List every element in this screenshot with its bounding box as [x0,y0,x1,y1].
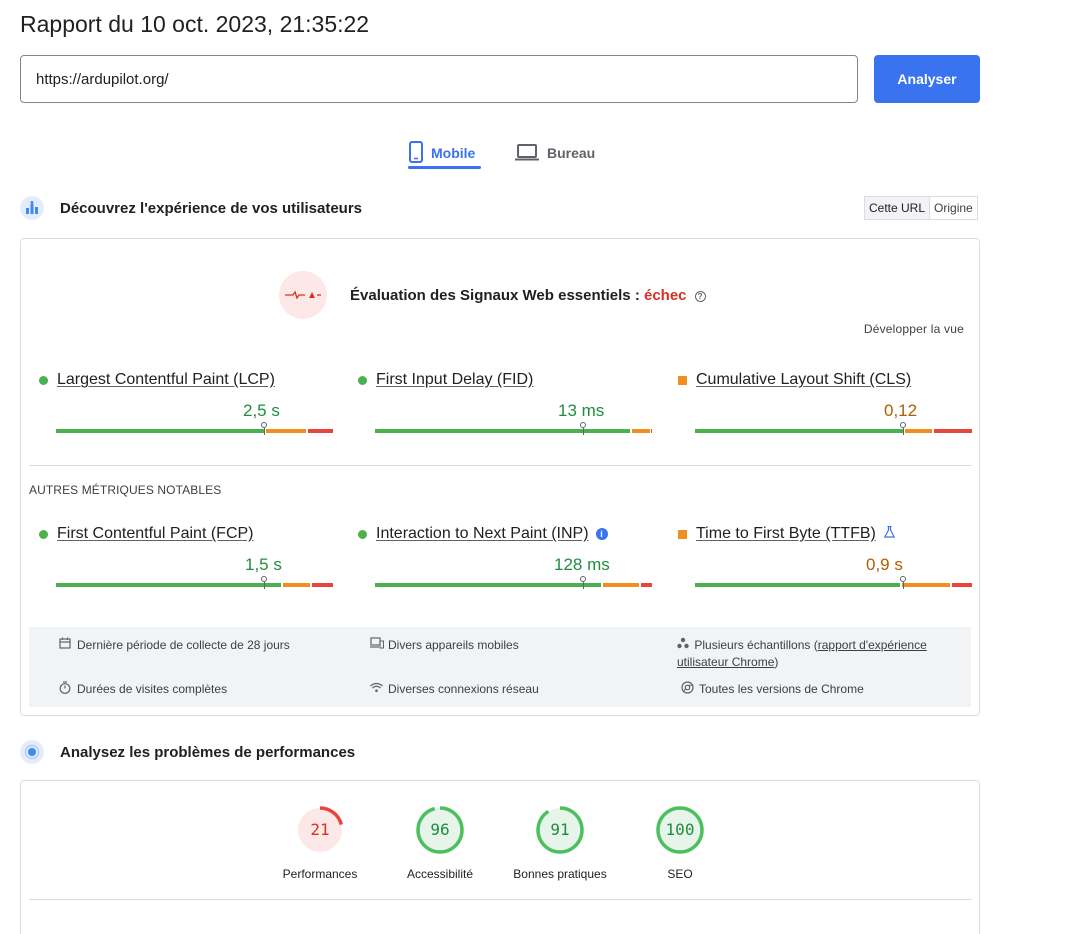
active-tab-indicator [408,166,481,169]
report-title: Rapport du 10 oct. 2023, 21:35:22 [20,11,370,37]
best-practices-score: 91 [550,820,570,839]
metrics-divider [29,465,972,466]
devices-icon [370,637,384,654]
assessment-text: Évaluation des Signaux Web essentiels : … [350,287,706,304]
assessment-result: échec [643,286,687,304]
metric-cls-value: 0,12 [884,401,918,420]
calendar-icon [59,637,73,654]
tab-mobile-label: Mobile [431,145,476,161]
info-devices: Divers appareils mobiles [370,637,519,654]
info-collection-period: Dernière période de collecte de 28 jours [59,637,290,654]
tab-desktop-label: Bureau [547,145,596,161]
percentile-marker [261,422,267,435]
score-performance[interactable]: 21 Performances [265,805,375,881]
good-status-dot [39,375,48,385]
timer-icon [59,681,73,699]
lighthouse-icon [20,740,44,764]
chrome-icon [681,681,695,699]
lighthouse-card: 21 Performances 96 Accessibilité 91 Bonn… [20,780,980,934]
info-icon[interactable]: i [595,528,608,540]
help-icon[interactable]: ? [694,290,706,302]
metric-inp: Interaction to Next Paint (INP) i 128 ms [358,525,652,589]
perf-section-title: Analysez les problèmes de performances [60,743,356,761]
seo-label: SEO [667,867,693,881]
laptop-icon [515,143,539,164]
info-chrome-versions: Toutes les versions de Chrome [681,681,864,699]
accessibility-label: Accessibilité [406,867,474,881]
smartphone-icon [409,140,423,166]
samples-icon [677,637,691,654]
metric-ttfb-value: 0,9 s [866,555,903,574]
score-seo[interactable]: 100 SEO [625,805,735,881]
fail-pulse-icon [279,271,327,319]
metric-inp-distribution [375,576,652,589]
toggle-origin[interactable]: Origine [930,197,977,219]
scores-divider [29,899,972,900]
users-chart-icon [20,196,44,220]
good-status-dot [358,375,367,385]
percentile-marker [900,576,906,589]
metric-fid-distribution [375,422,652,435]
average-status-square [678,529,687,539]
other-metrics-label: AUTRES MÉTRIQUES NOTABLES [29,483,222,497]
metric-fcp: First Contentful Paint (FCP) 1,5 s [39,525,333,589]
metric-lcp-label[interactable]: Largest Contentful Paint (LCP) [57,371,275,389]
flask-icon[interactable] [883,525,896,543]
percentile-marker [261,576,267,589]
good-status-dot [358,529,367,539]
score-accessibility[interactable]: 96 Accessibilité [385,805,495,881]
percentile-marker [580,422,586,435]
info-samples: Plusieurs échantillons (rapport d'expéri… [677,637,927,669]
analyze-button[interactable]: Analyser [874,55,980,103]
tab-desktop[interactable]: Bureau [515,132,595,174]
metric-fid-label[interactable]: First Input Delay (FID) [376,371,533,389]
metric-fid-value: 13 ms [558,401,605,420]
metric-fcp-value: 1,5 s [245,555,282,574]
metric-ttfb-distribution [695,576,972,589]
metric-inp-label[interactable]: Interaction to Next Paint (INP) [376,525,589,543]
metric-lcp-value: 2,5 s [243,401,280,420]
good-status-dot [39,529,48,539]
url-origin-toggle: Cette URL Origine [864,196,978,220]
performance-score: 21 [310,820,330,839]
metric-ttfb: Time to First Byte (TTFB) 0,9 s [678,525,972,589]
wifi-icon [370,681,384,698]
metric-inp-value: 128 ms [554,555,610,574]
collection-info-panel: Dernière période de collecte de 28 jours… [29,627,971,707]
url-input[interactable] [20,55,858,103]
percentile-marker [900,422,906,435]
toggle-this-url[interactable]: Cette URL [865,197,931,219]
metric-cls-distribution [695,422,972,435]
metric-fcp-label[interactable]: First Contentful Paint (FCP) [57,525,254,543]
metric-fid: First Input Delay (FID) 13 ms [358,371,652,435]
cwv-assessment: Évaluation des Signaux Web essentiels : … [279,271,706,319]
average-status-square [678,375,687,385]
info-visit-durations: Durées de visites complètes [59,681,227,699]
metric-fcp-distribution [56,576,333,589]
metric-cls: Cumulative Layout Shift (CLS) 0,12 [678,371,972,435]
info-network: Diverses connexions réseau [370,681,539,698]
expand-view-link[interactable]: Développer la vue [864,322,964,336]
metric-lcp-distribution [56,422,333,435]
users-section-header: Découvrez l'expérience de vos utilisateu… [20,196,362,220]
percentile-marker [580,576,586,589]
metric-ttfb-label[interactable]: Time to First Byte (TTFB) [696,525,876,543]
best-practices-label: Bonnes pratiques [513,867,607,881]
metric-cls-label[interactable]: Cumulative Layout Shift (CLS) [696,371,911,389]
assessment-prefix: Évaluation des Signaux Web essentiels : [350,286,644,304]
performance-label: Performances [282,867,358,881]
seo-score: 100 [665,820,695,839]
users-section-title: Découvrez l'expérience de vos utilisateu… [60,199,363,217]
metric-lcp: Largest Contentful Paint (LCP) 2,5 s [39,371,333,435]
score-best-practices[interactable]: 91 Bonnes pratiques [505,805,615,881]
accessibility-score: 96 [430,820,450,839]
perf-section-header: Analysez les problèmes de performances [20,740,355,764]
cwv-card: Évaluation des Signaux Web essentiels : … [20,238,980,716]
